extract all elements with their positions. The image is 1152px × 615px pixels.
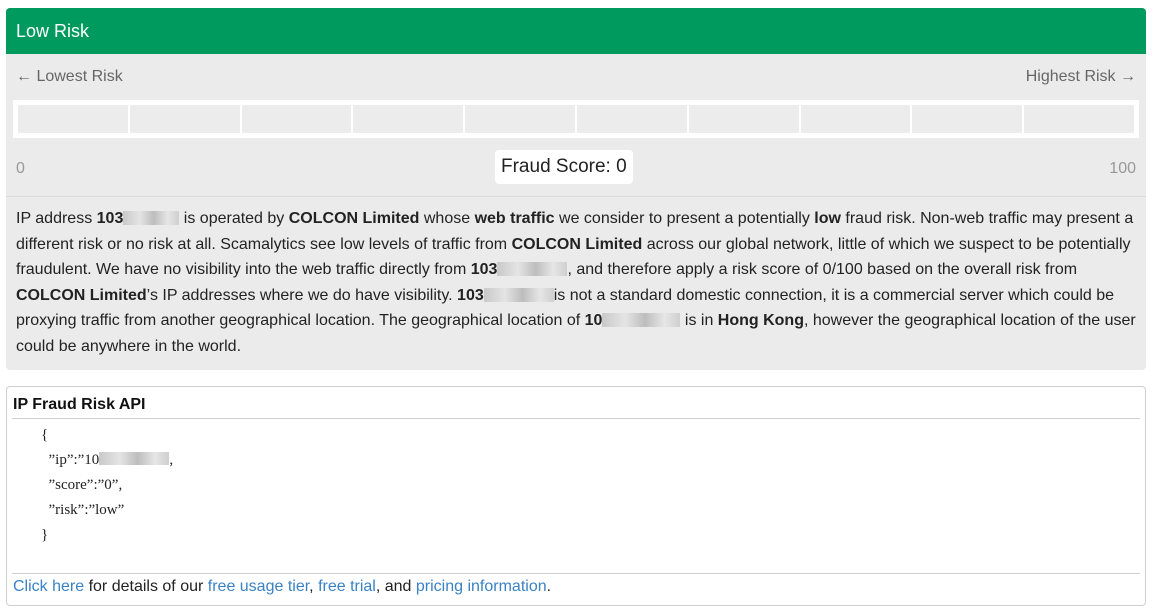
ip-address: 103 (96, 210, 124, 227)
redacted-block (123, 211, 180, 225)
risk-meter-segment (688, 105, 799, 133)
desc-text: we consider to present a potentially (554, 210, 815, 227)
risk-meter-segment (18, 105, 128, 133)
api-footer: Click here for details of our free usage… (13, 578, 551, 596)
code-line: ”risk”:”low” (41, 502, 125, 518)
risk-meter-segment (912, 105, 1023, 133)
risk-meter-segment (1024, 105, 1134, 133)
pricing-information-link[interactable]: pricing information (416, 578, 547, 595)
lowest-risk-label: ← Lowest Risk (16, 68, 123, 85)
ip-address: 103 (470, 261, 498, 279)
code-ip-text: ”ip”:”10 (41, 452, 100, 468)
description-divider (6, 196, 1146, 197)
footer-text: , and (375, 578, 416, 595)
org-name: COLCON Limited (16, 286, 147, 304)
ip-address: 10 (584, 312, 603, 330)
risk-meter-segment (353, 105, 464, 133)
risk-scale-labels: ← Lowest Risk Highest Risk → (6, 54, 1146, 100)
footer-text: , (309, 578, 319, 595)
risk-description: IP address 103 is operated by COLCON Lim… (16, 206, 1138, 360)
risk-panel: Low Risk ← Lowest Risk Highest Risk → 0 … (6, 8, 1146, 370)
footer-text: . (546, 578, 552, 595)
redacted-block (483, 287, 554, 302)
org-name: COLCON Limited (288, 210, 420, 227)
api-title: IP Fraud Risk API (13, 396, 146, 413)
risk-meter-segment (576, 105, 687, 133)
redacted-block (99, 452, 170, 465)
desc-text: whose (419, 210, 475, 227)
web-traffic-term: web traffic (474, 210, 555, 227)
score-row: 0 Fraud Score: 0 100 (6, 150, 1146, 186)
fraud-score-badge: Fraud Score: 0 (495, 150, 633, 184)
code-line: ”ip”:”10, (41, 452, 174, 468)
risk-meter-segment (241, 105, 352, 133)
risk-meter-segment (129, 105, 240, 133)
score-min-label: 0 (16, 160, 25, 177)
free-trial-link[interactable]: free trial (318, 578, 376, 595)
desc-text: IP address (16, 210, 97, 227)
risk-level-term: low (814, 210, 841, 227)
code-line: { (41, 427, 49, 443)
ip-address: 103 (457, 286, 484, 304)
desc-text: is operated by (179, 210, 289, 227)
risk-level-header: Low Risk (6, 8, 1146, 54)
location-name: Hong Kong (717, 312, 804, 330)
risk-meter-segment (800, 105, 911, 133)
api-title-divider (12, 418, 1140, 419)
footer-text: for details of our (84, 578, 208, 595)
api-json-code: { ”ip”:”10, ”score”:”0”, ”risk”:”low”} (41, 423, 173, 548)
desc-text: is in (680, 312, 718, 330)
org-name: COLCON Limited (511, 235, 643, 253)
desc-text: , and therefore apply a risk score of 0/… (567, 261, 1078, 279)
free-usage-tier-link[interactable]: free usage tier (208, 578, 309, 595)
redacted-block (497, 262, 568, 277)
code-line: } (41, 527, 49, 543)
risk-meter (13, 100, 1139, 138)
score-max-label: 100 (1109, 160, 1136, 177)
risk-meter-segment (465, 105, 575, 133)
api-panel: IP Fraud Risk API { ”ip”:”10, ”score”:”0… (6, 386, 1146, 606)
code-line: ”score”:”0”, (41, 477, 123, 493)
click-here-link[interactable]: Click here (13, 578, 84, 595)
highest-risk-label: Highest Risk → (1025, 68, 1136, 85)
api-footer-divider (12, 573, 1140, 574)
redacted-block (602, 313, 681, 328)
desc-text: ’s IP addresses where we do have visibil… (146, 286, 458, 304)
